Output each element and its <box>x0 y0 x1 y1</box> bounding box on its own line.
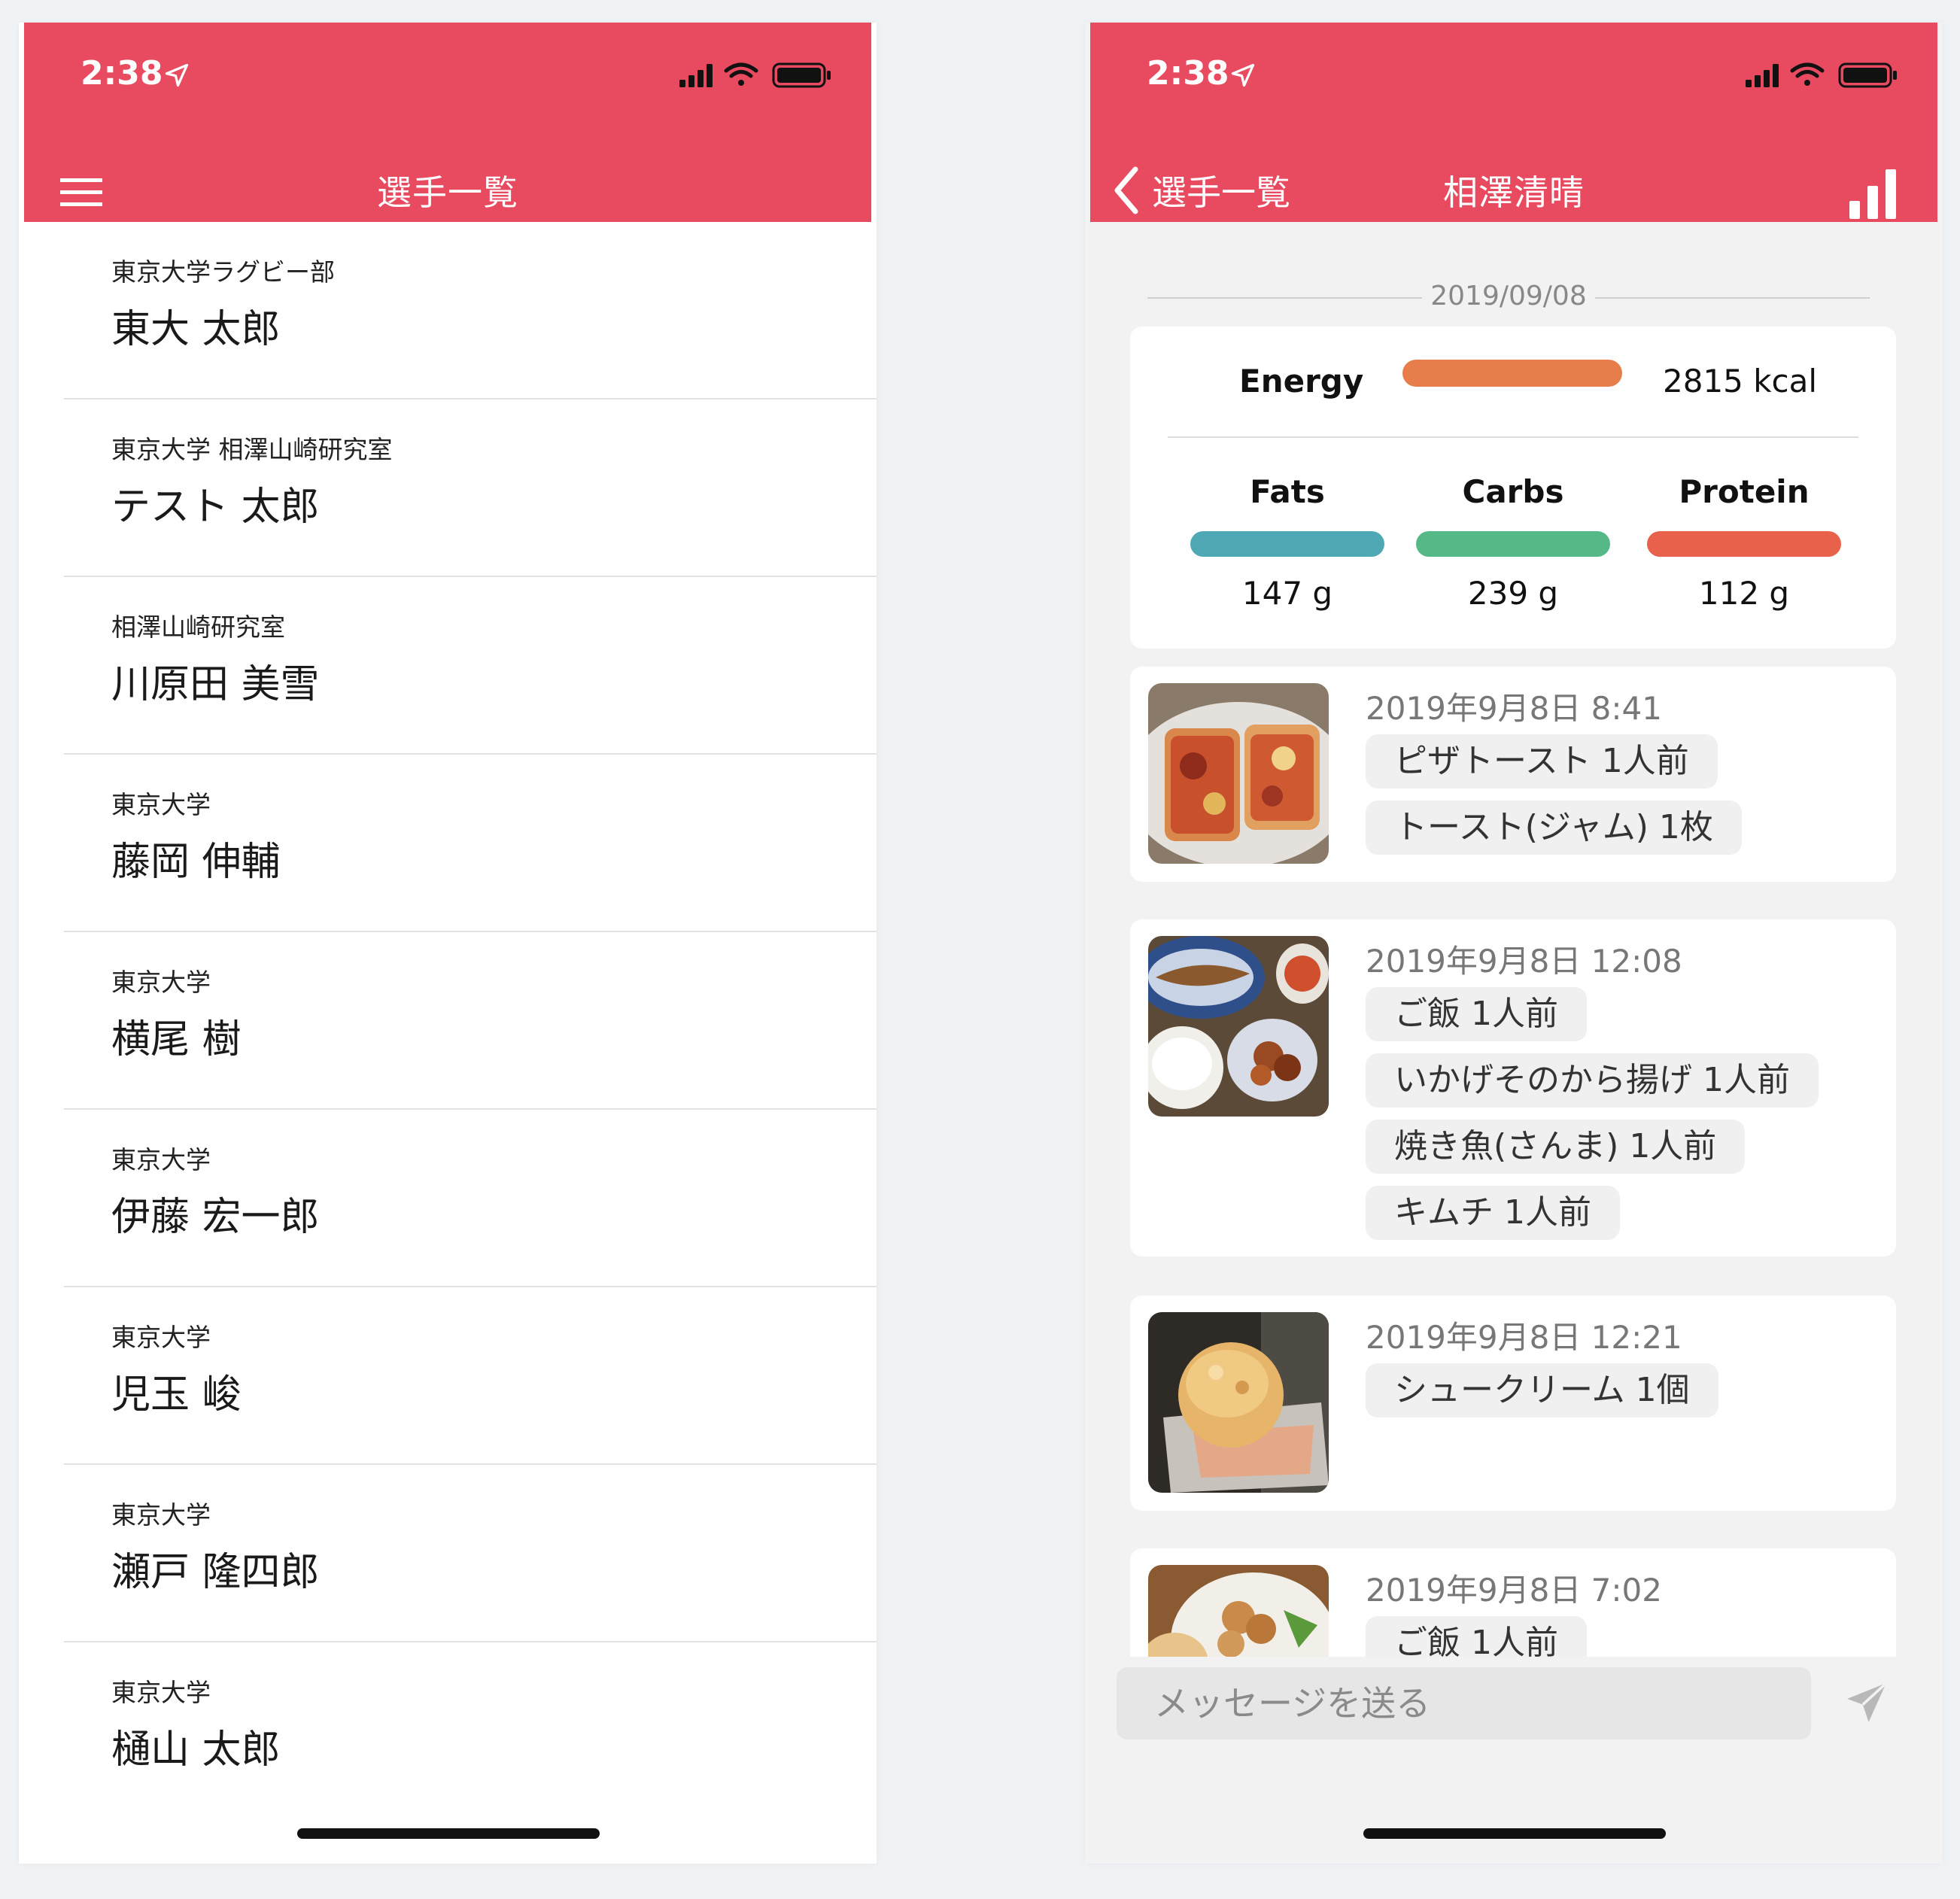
home-indicator <box>297 1828 600 1839</box>
athlete-org: 東京大学ラグビー部 <box>111 257 335 287</box>
status-icons <box>1746 62 1897 88</box>
location-arrow-icon <box>1231 63 1255 87</box>
nutrition-summary-card: Energy 2815 kcal Fats 147 g Carbs 239 g … <box>1130 327 1896 649</box>
athlete-name: 児玉 峻 <box>111 1372 242 1417</box>
macro-value: 239 g <box>1467 575 1559 612</box>
meal-card[interactable]: 2019年9月8日 12:08 ご飯 1人前 いかげそのから揚げ 1人前 焼き魚… <box>1130 919 1896 1256</box>
page-title: 選手一覧 <box>377 172 518 213</box>
athlete-row[interactable]: 東京大学 横尾 樹 <box>64 932 877 1110</box>
food-chip[interactable]: キムチ 1人前 <box>1366 1186 1620 1240</box>
energy-label: Energy <box>1239 363 1364 400</box>
energy-value: 2815 kcal <box>1663 363 1818 400</box>
meal-time: 2019年9月8日 7:02 <box>1366 1572 1662 1609</box>
meal-photo <box>1148 683 1329 864</box>
nav-bar: 2:38 選手一覧 相澤清晴 <box>1090 23 1937 222</box>
athlete-row[interactable]: 東京大学ラグビー部 東大 太郎 <box>64 222 877 400</box>
macro-label: Protein <box>1679 473 1810 510</box>
macro-bar <box>1190 531 1384 557</box>
athlete-org: 東京大学 <box>111 790 211 819</box>
athlete-name: 伊藤 宏一郎 <box>111 1195 320 1240</box>
food-chip[interactable]: いかげそのから揚げ 1人前 <box>1366 1053 1819 1107</box>
athlete-name: 藤岡 伸輔 <box>111 840 281 885</box>
athlete-org: 東京大学 <box>111 1323 211 1352</box>
meal-photo <box>1148 1312 1329 1493</box>
wifi-icon <box>724 62 758 86</box>
divider <box>1168 436 1858 438</box>
athlete-row[interactable]: 東京大学 樋山 太郎 <box>64 1642 877 1820</box>
energy-bar <box>1402 360 1622 387</box>
athlete-org: 相澤山崎研究室 <box>111 612 285 642</box>
athlete-row[interactable]: 東京大学 瀬戸 隆四郎 <box>64 1465 877 1642</box>
food-chip[interactable]: ご飯 1人前 <box>1366 987 1587 1041</box>
page-title: 相澤清晴 <box>1443 172 1585 213</box>
macro-value: 147 g <box>1241 575 1333 612</box>
food-chip[interactable]: トースト(ジャム) 1枚 <box>1366 801 1742 855</box>
home-indicator <box>1363 1828 1666 1839</box>
wifi-icon <box>1790 62 1825 86</box>
location-arrow-icon <box>165 63 189 87</box>
food-chip[interactable]: ピザトースト 1人前 <box>1366 734 1718 788</box>
macro-label: Carbs <box>1462 473 1564 510</box>
athlete-row[interactable]: 東京大学 藤岡 伸輔 <box>64 755 877 932</box>
athlete-list-screen: 2:38 選手一覧 東京大学ラグビー部 東大 太郎 東京大学 相澤山崎研究室 テ… <box>19 23 877 1864</box>
meal-time: 2019年9月8日 8:41 <box>1366 690 1662 727</box>
date-divider: 2019/09/08 <box>1147 275 1870 320</box>
nav-bar: 2:38 選手一覧 <box>24 23 871 222</box>
message-input[interactable] <box>1117 1667 1811 1739</box>
status-time: 2:38 <box>1147 54 1229 93</box>
athlete-name: テスト 太郎 <box>111 485 320 530</box>
athlete-org: 東京大学 <box>111 968 211 997</box>
meal-time: 2019年9月8日 12:21 <box>1366 1319 1682 1356</box>
macro-carbs: Carbs 239 g <box>1398 473 1628 612</box>
meal-card[interactable]: 2019年9月8日 8:41 ピザトースト 1人前 トースト(ジャム) 1枚 <box>1130 667 1896 882</box>
athlete-list: 東京大学ラグビー部 東大 太郎 東京大学 相澤山崎研究室 テスト 太郎 相澤山崎… <box>19 222 877 1820</box>
macro-fats: Fats 147 g <box>1172 473 1402 612</box>
athlete-detail-screen: 2:38 選手一覧 相澤清晴 2019/09/08 Energy 2815 kc… <box>1085 23 1943 1864</box>
meal-photo <box>1148 936 1329 1117</box>
bar-chart-icon[interactable] <box>1849 169 1896 219</box>
meal-card[interactable]: 2019年9月8日 12:21 シュークリーム 1個 <box>1130 1296 1896 1511</box>
battery-icon <box>772 62 831 88</box>
signal-icon <box>679 64 713 87</box>
macro-label: Fats <box>1250 473 1325 510</box>
date-label: 2019/09/08 <box>1430 281 1587 311</box>
food-chip[interactable]: 焼き魚(さんま) 1人前 <box>1366 1120 1746 1174</box>
athlete-name: 瀬戸 隆四郎 <box>111 1550 320 1595</box>
signal-icon <box>1746 64 1779 87</box>
athlete-name: 川原田 美雪 <box>111 662 320 707</box>
athlete-row[interactable]: 東京大学 相澤山崎研究室 テスト 太郎 <box>64 400 877 577</box>
athlete-name: 樋山 太郎 <box>111 1727 281 1773</box>
athlete-org: 東京大学 <box>111 1500 211 1530</box>
athlete-org: 東京大学 相澤山崎研究室 <box>111 435 393 464</box>
macro-bar <box>1416 531 1610 557</box>
athlete-row[interactable]: 相澤山崎研究室 川原田 美雪 <box>64 577 877 755</box>
meal-time: 2019年9月8日 12:08 <box>1366 943 1682 980</box>
athlete-org: 東京大学 <box>111 1145 211 1174</box>
athlete-row[interactable]: 東京大学 伊藤 宏一郎 <box>64 1110 877 1287</box>
macro-bar <box>1647 531 1841 557</box>
message-bar <box>1085 1657 1943 1792</box>
athlete-name: 横尾 樹 <box>111 1017 242 1062</box>
status-icons <box>679 62 831 88</box>
athlete-org: 東京大学 <box>111 1678 211 1707</box>
macro-protein: Protein 112 g <box>1629 473 1859 612</box>
food-chip[interactable]: シュークリーム 1個 <box>1366 1363 1718 1417</box>
status-time: 2:38 <box>81 54 163 93</box>
battery-icon <box>1838 62 1897 88</box>
athlete-name: 東大 太郎 <box>111 307 281 352</box>
athlete-row[interactable]: 東京大学 児玉 峻 <box>64 1287 877 1465</box>
send-icon[interactable] <box>1843 1679 1890 1726</box>
macro-value: 112 g <box>1698 575 1790 612</box>
